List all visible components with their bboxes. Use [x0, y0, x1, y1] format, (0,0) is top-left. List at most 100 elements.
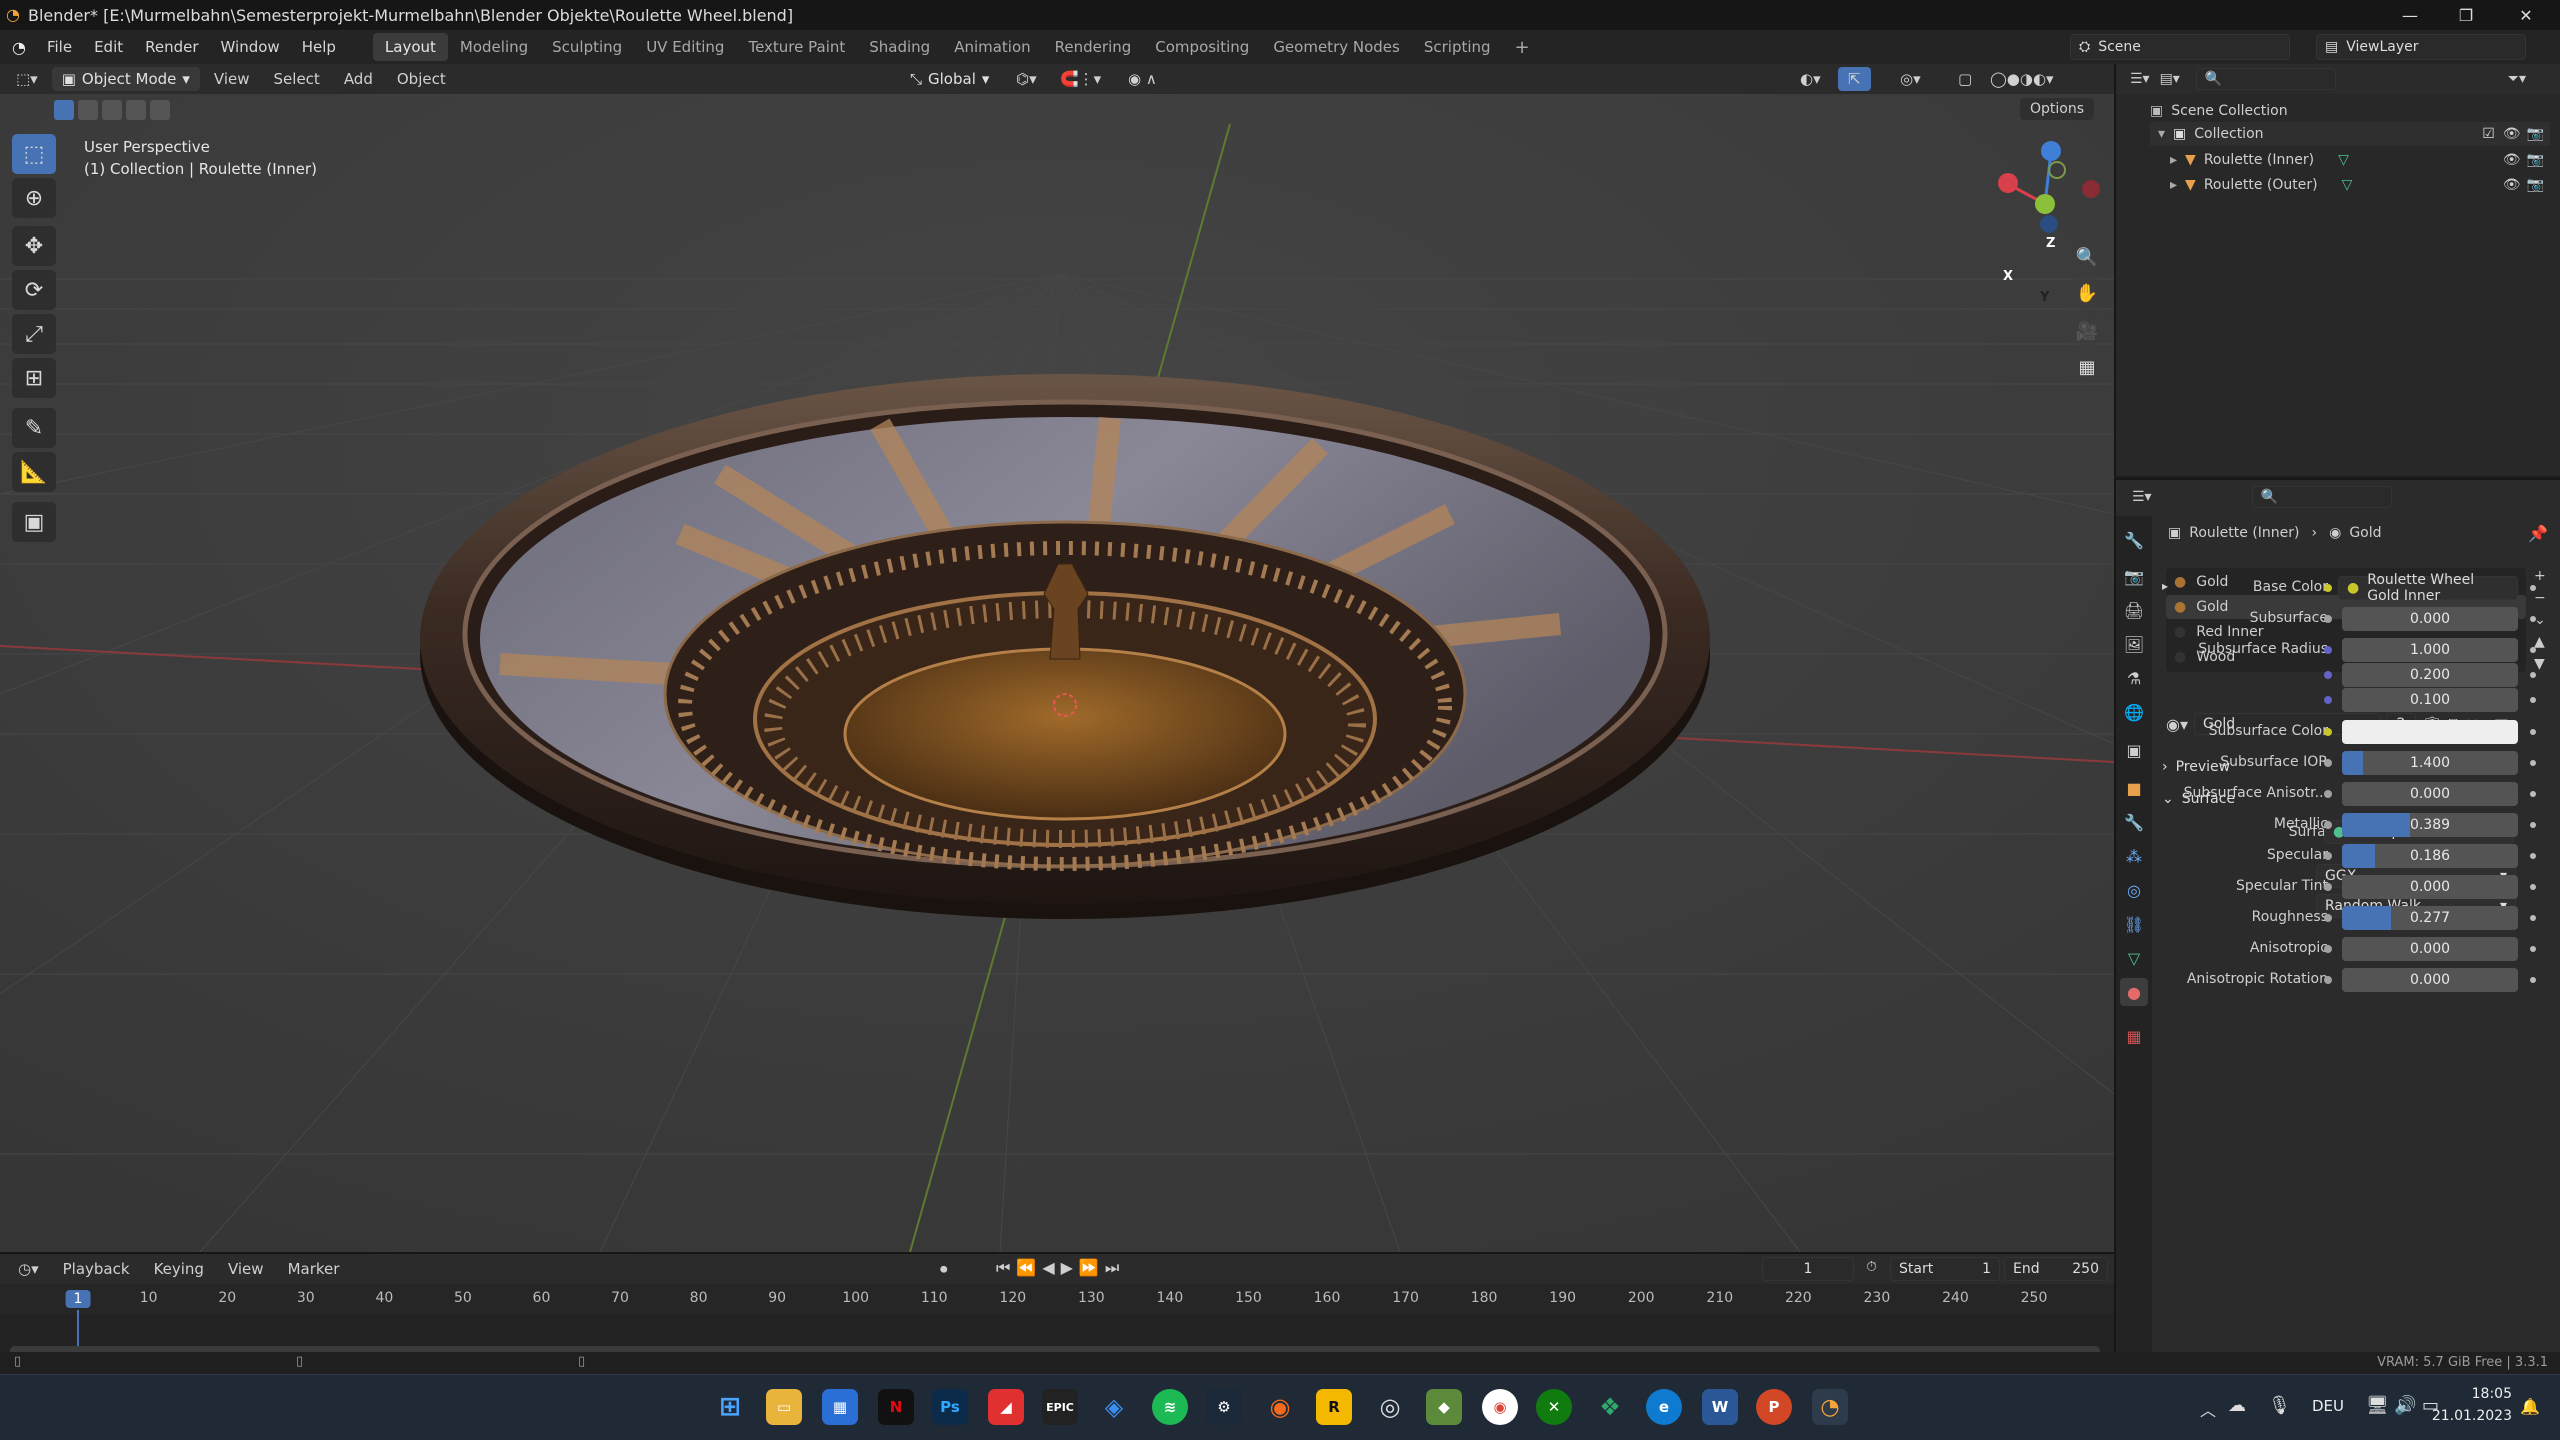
- microphone-icon[interactable]: 🎙: [2268, 1395, 2291, 1416]
- socket-icon[interactable]: [2324, 790, 2332, 798]
- value-slider[interactable]: 0.000: [2342, 968, 2518, 992]
- socket-icon[interactable]: [2324, 646, 2332, 654]
- amd-software-icon[interactable]: ◢: [988, 1389, 1024, 1425]
- keyframe-dot-icon[interactable]: [2530, 616, 2536, 622]
- move-up-icon[interactable]: ▲: [2534, 634, 2546, 650]
- filter-icon[interactable]: ⏷▾: [2508, 71, 2526, 87]
- tab-rendering[interactable]: Rendering: [1043, 33, 1144, 61]
- options-button[interactable]: Options: [2020, 98, 2095, 120]
- menu-marker[interactable]: Marker: [278, 1257, 350, 1281]
- world-tab-icon[interactable]: 🌐: [2120, 698, 2148, 726]
- xray-icon[interactable]: ▢: [1948, 67, 1982, 91]
- eye-icon[interactable]: 👁: [2503, 126, 2521, 142]
- tray-chevron-icon[interactable]: ︿: [2200, 1397, 2216, 1421]
- keyframe-dot-icon[interactable]: [2530, 729, 2536, 735]
- tab-shading[interactable]: Shading: [857, 33, 942, 61]
- word-icon[interactable]: W: [1702, 1389, 1738, 1425]
- end-frame-field[interactable]: End 250: [2004, 1257, 2108, 1281]
- clock-date[interactable]: 21.01.2023: [2424, 1408, 2512, 1424]
- gizmo-toggle-icon[interactable]: ⇱: [1838, 67, 1871, 91]
- move-down-icon[interactable]: ▼: [2534, 656, 2546, 672]
- socket-icon[interactable]: [2324, 696, 2332, 704]
- value-slider[interactable]: 0.000: [2342, 782, 2518, 806]
- keyframe-dot-icon[interactable]: [2530, 585, 2536, 591]
- pan-hand-icon[interactable]: ✋: [2070, 276, 2104, 310]
- properties-editor-icon[interactable]: ☰▾: [2132, 489, 2152, 505]
- value-slider[interactable]: 0.389: [2342, 813, 2518, 837]
- outliner-editor-icon[interactable]: ☰▾: [2130, 71, 2150, 87]
- steam-icon[interactable]: ⚙: [1206, 1389, 1242, 1425]
- zoom-icon[interactable]: 🔍: [2070, 240, 2104, 274]
- maximize-button[interactable]: ❐: [2440, 0, 2492, 30]
- value-slider[interactable]: 0.277: [2342, 906, 2518, 930]
- value-slider[interactable]: 0.000: [2342, 607, 2518, 631]
- rotate-tool-icon[interactable]: ⟳: [12, 270, 56, 310]
- scene-tab-icon[interactable]: ⚗: [2120, 664, 2148, 692]
- close-button[interactable]: ✕: [2500, 0, 2552, 30]
- calculator-app-icon[interactable]: ▦: [822, 1389, 858, 1425]
- keyframe-dot-icon[interactable]: [2530, 791, 2536, 797]
- chrome-icon[interactable]: ◉: [1482, 1389, 1518, 1425]
- file-explorer-icon[interactable]: ▭: [766, 1389, 802, 1425]
- keyframe-dot-icon[interactable]: [2530, 915, 2536, 921]
- overlay-icon[interactable]: ◎▾: [1890, 67, 1931, 91]
- scene-selector[interactable]: ⛭ Scene: [2070, 34, 2290, 60]
- outliner-item-roulette-inner[interactable]: ▸ ▼ Roulette (Inner) ▽ 👁 📷: [2150, 148, 2550, 172]
- mode-dropdown[interactable]: ▣ Object Mode ▾: [51, 67, 200, 91]
- socket-icon[interactable]: [2324, 759, 2332, 767]
- tab-compositing[interactable]: Compositing: [1143, 33, 1261, 61]
- camera-icon[interactable]: 📷: [2527, 126, 2544, 142]
- expand-icon[interactable]: ▸: [2162, 579, 2168, 593]
- proportional-edit-icon[interactable]: ◉ ∧: [1118, 67, 1167, 91]
- select-box-tool-icon[interactable]: ⬚: [12, 134, 56, 174]
- socket-icon[interactable]: [2324, 976, 2332, 984]
- tab-uv-editing[interactable]: UV Editing: [634, 33, 736, 61]
- menu-timeline-view[interactable]: View: [218, 1257, 274, 1281]
- menu-select[interactable]: Select: [264, 67, 330, 91]
- eye-icon[interactable]: 👁: [2503, 177, 2521, 193]
- measure-tool-icon[interactable]: 📐: [12, 452, 56, 492]
- keyframe-dot-icon[interactable]: [2530, 822, 2536, 828]
- stopwatch-icon[interactable]: ⏱: [1866, 1259, 1877, 1275]
- origin-icon[interactable]: ◉: [1262, 1389, 1298, 1425]
- tab-layout[interactable]: Layout: [372, 33, 448, 61]
- exclude-checkbox-icon[interactable]: ☑: [2482, 126, 2495, 142]
- tab-modeling[interactable]: Modeling: [448, 33, 540, 61]
- value-slider[interactable]: 0.186: [2342, 844, 2518, 868]
- camera-view-icon[interactable]: 🎥: [2070, 314, 2104, 348]
- network-icon[interactable]: 🖥: [2366, 1395, 2389, 1416]
- visibility-icon[interactable]: ◐▾: [1790, 67, 1831, 91]
- scale-tool-icon[interactable]: ⤢: [12, 314, 56, 354]
- powerpoint-icon[interactable]: P: [1756, 1389, 1792, 1425]
- select-subtract-icon[interactable]: [102, 100, 122, 120]
- minimize-button[interactable]: —: [2384, 0, 2436, 30]
- rockstar-icon[interactable]: R: [1316, 1389, 1352, 1425]
- pivot-icon[interactable]: ⌬▾: [1006, 67, 1047, 91]
- cursor-tool-icon[interactable]: ⊕: [12, 178, 56, 218]
- transform-tool-icon[interactable]: ⊞: [12, 358, 56, 398]
- epic-games-icon[interactable]: EPIC: [1042, 1389, 1078, 1425]
- material-tab-icon[interactable]: ●: [2120, 978, 2148, 1006]
- bluetooth-app-icon[interactable]: ◈: [1096, 1389, 1132, 1425]
- pin-icon[interactable]: 📌: [2528, 524, 2548, 543]
- blender-menu-icon[interactable]: ◔: [12, 38, 26, 57]
- keyframe-dot-icon[interactable]: [2530, 647, 2536, 653]
- menu-render[interactable]: Render: [134, 38, 209, 56]
- menu-file[interactable]: File: [36, 38, 83, 56]
- ubisoft-icon[interactable]: ◎: [1372, 1389, 1408, 1425]
- playback-controls-icon[interactable]: ⏮⏪◀▶⏩⏭: [996, 1258, 1125, 1278]
- menu-help[interactable]: Help: [291, 38, 347, 56]
- spotify-icon[interactable]: ≋: [1152, 1389, 1188, 1425]
- data-tab-icon[interactable]: ▽: [2120, 944, 2148, 972]
- keyframe-dot-icon[interactable]: [2530, 697, 2536, 703]
- view-layer-tab-icon[interactable]: 🖼: [2120, 630, 2148, 658]
- current-frame-field[interactable]: 1: [1762, 1257, 1854, 1281]
- outliner-scene-collection[interactable]: ▣ Scene Collection: [2150, 100, 2288, 122]
- shading-modes-icon[interactable]: ◯●◑◐▾: [1980, 67, 2064, 91]
- value-slider[interactable]: 1.400: [2342, 751, 2518, 775]
- outliner-search-input[interactable]: 🔍: [2195, 68, 2336, 90]
- keyframe-dot-icon[interactable]: [2530, 672, 2536, 678]
- snap-icon[interactable]: 🧲⋮▾: [1050, 67, 1111, 91]
- start-frame-field[interactable]: Start 1: [1890, 1257, 2000, 1281]
- particles-tab-icon[interactable]: ⁂: [2120, 842, 2148, 870]
